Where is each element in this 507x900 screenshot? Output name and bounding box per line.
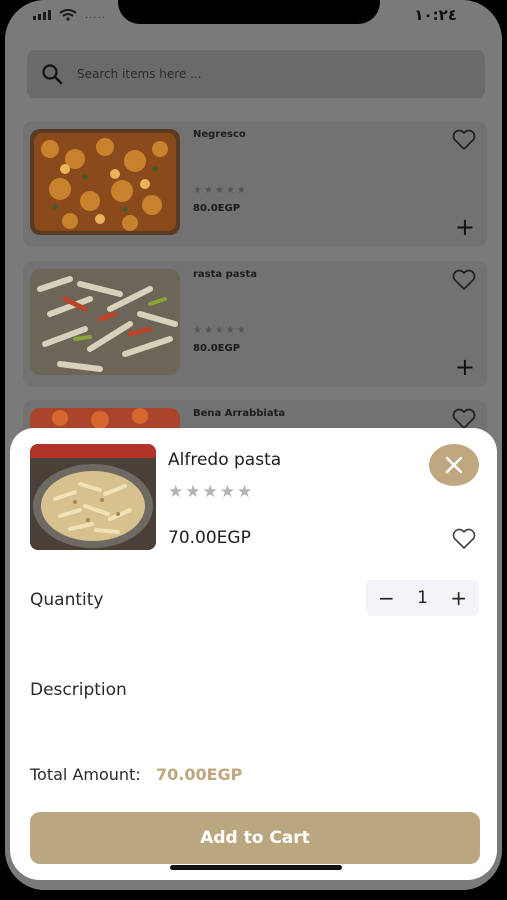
item-name: rasta pasta bbox=[193, 269, 258, 280]
search-icon bbox=[42, 64, 63, 85]
total-amount-label: Total Amount: bbox=[30, 765, 141, 784]
heart-outline-icon[interactable] bbox=[451, 128, 477, 152]
carrier-dots: ..... bbox=[85, 9, 106, 21]
quantity-label: Quantity bbox=[30, 590, 104, 610]
status-time: ١٠:٢٤ bbox=[414, 6, 457, 24]
heart-outline-icon[interactable] bbox=[451, 527, 477, 551]
item-price: 70.00EGP bbox=[168, 528, 251, 548]
increment-button[interactable]: + bbox=[450, 588, 467, 608]
description-label: Description bbox=[30, 680, 127, 700]
search-bar[interactable]: Search items here ... bbox=[27, 50, 485, 98]
item-price: 80.0EGP bbox=[193, 343, 241, 354]
total-amount-value: 70.00EGP bbox=[156, 765, 243, 784]
item-detail-sheet: Alfredo pasta ★★★★★ 70.00EGP Quantity − … bbox=[10, 428, 497, 880]
food-image bbox=[30, 269, 180, 375]
quantity-stepper: − 1 + bbox=[366, 580, 479, 616]
heart-outline-icon[interactable] bbox=[451, 268, 477, 292]
add-item-button[interactable]: + bbox=[455, 355, 475, 379]
item-title: Alfredo pasta bbox=[168, 450, 282, 470]
rating-stars: ★★★★★ bbox=[193, 185, 248, 196]
menu-item-card[interactable]: rasta pasta ★★★★★ 80.0EGP + bbox=[23, 261, 487, 387]
wifi-icon bbox=[59, 9, 77, 21]
add-to-cart-button[interactable]: Add to Cart bbox=[30, 812, 480, 864]
item-name: Bena Arrabbiata bbox=[193, 408, 286, 419]
signal-icon bbox=[33, 10, 51, 20]
rating-stars: ★★★★★ bbox=[168, 482, 255, 502]
notch bbox=[118, 0, 380, 24]
quantity-value: 1 bbox=[417, 588, 428, 608]
search-placeholder: Search items here ... bbox=[77, 67, 202, 81]
phone-frame: ..... ١٠:٢٤ Search items here ... Negres… bbox=[5, 0, 502, 890]
home-indicator bbox=[170, 865, 342, 870]
add-item-button[interactable]: + bbox=[455, 215, 475, 239]
food-image bbox=[30, 444, 156, 550]
close-icon bbox=[445, 456, 463, 474]
menu-item-card[interactable]: Negresco ★★★★★ 80.0EGP + bbox=[23, 121, 487, 247]
item-name: Negresco bbox=[193, 129, 246, 140]
item-price: 80.0EGP bbox=[193, 203, 241, 214]
food-image bbox=[30, 129, 180, 235]
rating-stars: ★★★★★ bbox=[193, 325, 248, 336]
decrement-button[interactable]: − bbox=[378, 588, 395, 608]
status-bar-left: ..... bbox=[33, 9, 106, 21]
close-button[interactable] bbox=[429, 444, 479, 486]
